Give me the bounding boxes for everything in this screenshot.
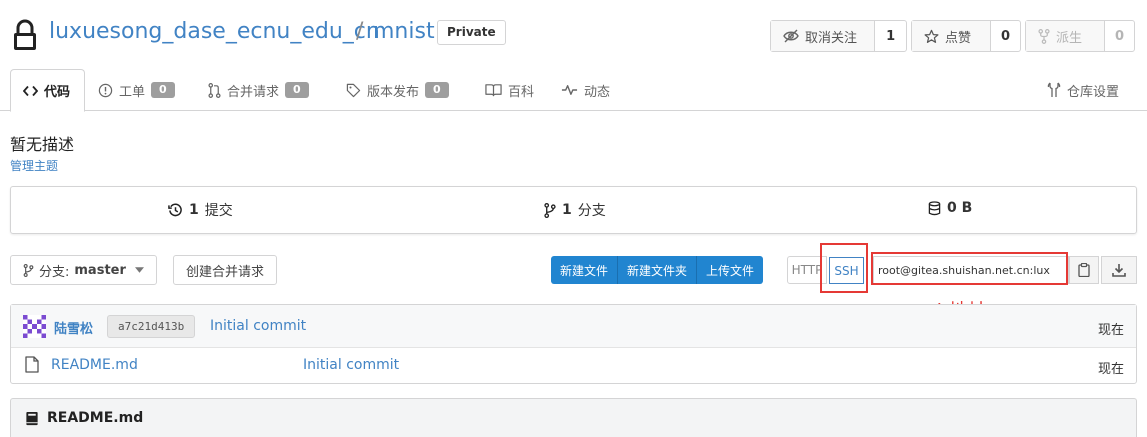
- star-text: 点赞: [945, 30, 972, 46]
- download-icon: [1112, 264, 1126, 277]
- tab-releases[interactable]: 版本发布 0: [334, 69, 461, 111]
- fork-label[interactable]: 派生: [1026, 21, 1105, 51]
- eye-slash-icon: [783, 29, 799, 43]
- database-icon: [928, 200, 941, 215]
- download-button[interactable]: [1101, 256, 1137, 284]
- commit-time: 现在: [1097, 323, 1124, 338]
- code-icon: [23, 85, 38, 96]
- size-stat: 0 B: [928, 200, 972, 216]
- pulse-icon: [561, 85, 578, 95]
- copy-url-button[interactable]: [1069, 256, 1099, 284]
- ssh-url-highlight-box: [871, 252, 1068, 285]
- star-count[interactable]: 0: [991, 21, 1020, 51]
- unwatch-label[interactable]: 取消关注: [771, 21, 876, 51]
- branch-icon: [544, 202, 556, 218]
- star-label[interactable]: 点赞: [912, 21, 991, 51]
- file-actions-group: 新建文件 新建文件夹 上传文件: [551, 256, 764, 284]
- branch-icon: [23, 263, 34, 277]
- pull-requests-count-badge: 0: [285, 82, 309, 98]
- commits-stat[interactable]: 1 提交: [168, 200, 233, 220]
- file-name-link[interactable]: README.md: [51, 357, 138, 373]
- tab-code[interactable]: 代码: [10, 69, 85, 112]
- new-file-button[interactable]: 新建文件: [551, 256, 619, 284]
- fork-icon: [1038, 28, 1050, 44]
- branches-count: 1: [562, 202, 572, 218]
- file-table: 陆雪松 a7c21d413b Initial commit 现在 README.…: [10, 304, 1137, 384]
- branch-selector-value: master: [74, 262, 126, 278]
- watch-count[interactable]: 1: [875, 21, 906, 51]
- tab-issues-label: 工单: [119, 84, 146, 100]
- unwatch-button[interactable]: 取消关注 1: [770, 20, 907, 52]
- new-folder-button[interactable]: 新建文件夹: [618, 256, 698, 284]
- create-pull-request-label: 创建合并请求: [186, 264, 265, 280]
- tab-issues[interactable]: 工单 0: [86, 69, 187, 111]
- tab-settings[interactable]: 仓库设置: [1035, 69, 1131, 111]
- commit-author[interactable]: 陆雪松: [54, 318, 93, 337]
- table-row: README.md Initial commit 现在: [11, 348, 1136, 383]
- commit-sha-button[interactable]: a7c21d413b: [107, 315, 196, 338]
- readme-title: README.md: [47, 410, 144, 426]
- tab-settings-label: 仓库设置: [1067, 84, 1120, 100]
- commits-label: 提交: [204, 203, 233, 219]
- tab-activity-label: 动态: [584, 84, 611, 100]
- caret-down-icon: [134, 267, 144, 273]
- issue-icon: [98, 83, 113, 97]
- repo-stats-bar: 1 提交 1 分支 0 B: [10, 186, 1137, 234]
- commit-message[interactable]: Initial commit: [210, 318, 306, 334]
- repo-description: 暂无描述: [10, 135, 75, 154]
- issues-count-badge: 0: [151, 82, 175, 98]
- repo-title-separator: /: [356, 19, 364, 44]
- star-icon: [924, 29, 939, 43]
- branch-selector[interactable]: 分支: master: [10, 255, 157, 285]
- tab-activity[interactable]: 动态: [549, 69, 622, 111]
- file-commit-time: 现在: [1097, 362, 1124, 377]
- history-icon: [168, 203, 182, 216]
- repo-header: luxuesong_dase_ecnu_edu_cn / mnist Priva…: [0, 0, 1147, 112]
- create-pull-request-button[interactable]: 创建合并请求: [173, 255, 278, 285]
- file-commit-message[interactable]: Initial commit: [303, 357, 399, 373]
- star-button[interactable]: 点赞 0: [911, 20, 1021, 52]
- book-icon: [26, 411, 38, 425]
- tab-pull-requests-label: 合并请求: [227, 84, 280, 100]
- ssh-highlight-box: [820, 243, 868, 293]
- repo-name-link[interactable]: mnist: [373, 19, 435, 44]
- latest-commit-row: 陆雪松 a7c21d413b Initial commit 现在: [11, 305, 1136, 348]
- book-icon: [485, 84, 502, 97]
- releases-count-badge: 0: [425, 82, 449, 98]
- fork-button[interactable]: 派生 0: [1025, 20, 1135, 52]
- tools-icon: [1047, 82, 1061, 97]
- tag-icon: [346, 83, 361, 97]
- tab-wiki[interactable]: 百科: [473, 69, 546, 111]
- private-badge: Private: [437, 20, 506, 45]
- unwatch-text: 取消关注: [805, 30, 858, 46]
- commits-count: 1: [189, 202, 199, 218]
- fork-text: 派生: [1056, 30, 1083, 46]
- upload-file-button[interactable]: 上传文件: [697, 256, 763, 284]
- tab-code-label: 代码: [44, 85, 71, 100]
- avatar: [23, 315, 46, 338]
- repo-owner-link[interactable]: luxuesong_dase_ecnu_edu_cn: [49, 19, 380, 44]
- tab-wiki-label: 百科: [508, 84, 535, 100]
- readme-header: README.md: [10, 398, 1137, 437]
- pull-request-icon: [208, 82, 221, 98]
- lock-icon: [14, 19, 36, 50]
- branches-stat[interactable]: 1 分支: [544, 200, 606, 220]
- tab-releases-label: 版本发布: [367, 84, 420, 100]
- branches-label: 分支: [577, 203, 606, 219]
- repo-size: 0 B: [947, 200, 973, 216]
- fork-count[interactable]: 0: [1105, 21, 1134, 51]
- manage-topics-link[interactable]: 管理主题: [10, 157, 58, 174]
- file-icon: [25, 356, 39, 373]
- branch-selector-label: 分支:: [39, 264, 70, 280]
- tab-pull-requests[interactable]: 合并请求 0: [196, 69, 321, 111]
- clipboard-icon: [1078, 263, 1090, 277]
